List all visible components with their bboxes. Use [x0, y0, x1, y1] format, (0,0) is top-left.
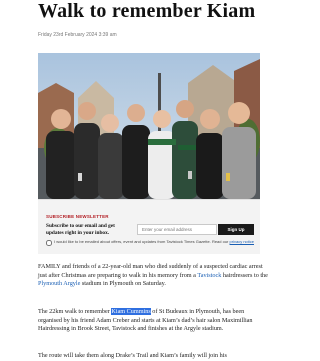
article-dateline: Friday 23rd February 2024 3:39 am — [38, 32, 117, 38]
paragraph-2: The 22km walk to remember Kiam Cummins o… — [38, 308, 268, 334]
email-input[interactable] — [137, 224, 217, 235]
article-page: Walk to remember Kiam Friday 23rd Februa… — [0, 0, 299, 360]
plymouth-argyle-link[interactable]: Plymouth Argyle — [38, 280, 80, 287]
p3-text-1: The route will take them along Drake’s T… — [38, 352, 227, 359]
newsletter-lead: Subscribe to our email and get updates r… — [46, 223, 115, 236]
group-photo-illustration — [38, 53, 260, 199]
selected-text-highlight[interactable]: Kiam Cummins — [111, 308, 151, 315]
newsletter-heading: SUBSCRIBE NEWSLETTER — [46, 214, 109, 219]
article-headline: Walk to remember Kiam — [38, 0, 256, 22]
sign-up-button[interactable]: Sign Up — [218, 224, 254, 235]
article-photo — [38, 53, 260, 199]
consent-text: I would like to be emailed about offers,… — [54, 239, 254, 244]
p2-text-1: The 22km walk to remember — [38, 308, 112, 315]
newsletter-signup-box: SUBSCRIBE NEWSLETTER Subscribe to our em… — [38, 199, 260, 254]
tavistock-link[interactable]: Tavistock — [197, 272, 221, 279]
p1-text-3: stadium in Plymouth on Saturday. — [80, 280, 166, 288]
consent-label: I would like to be emailed about offers,… — [54, 239, 229, 244]
privacy-notice-link[interactable]: privacy notice — [230, 239, 254, 244]
paragraph-3: The route will take them along Drake’s T… — [38, 352, 268, 361]
paragraph-1: FAMILY and friends of a 22-year-old man … — [38, 263, 268, 289]
consent-checkbox[interactable] — [46, 240, 52, 246]
p1-text-2: hairdressers to the — [221, 271, 268, 279]
